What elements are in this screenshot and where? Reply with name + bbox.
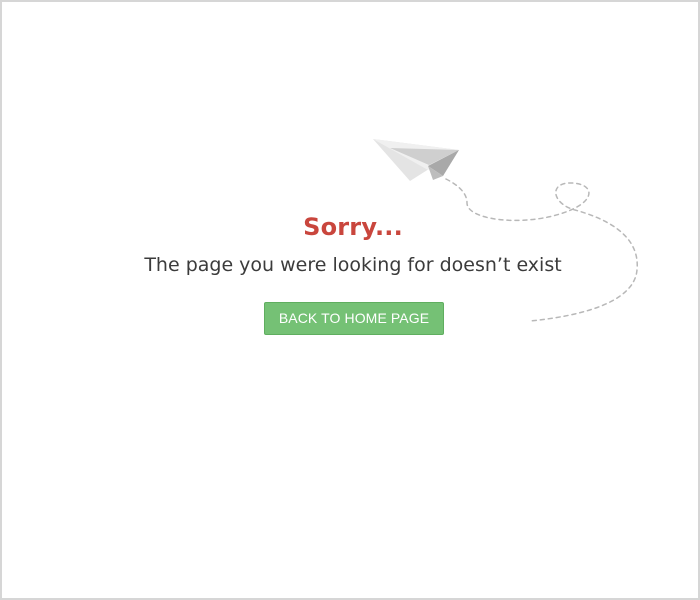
error-message: The page you were looking for doesn’t ex… <box>144 254 562 276</box>
back-to-home-button[interactable]: BACK TO HOME PAGE <box>264 302 444 335</box>
page-frame <box>0 0 700 600</box>
error-title: Sorry... <box>303 213 403 241</box>
